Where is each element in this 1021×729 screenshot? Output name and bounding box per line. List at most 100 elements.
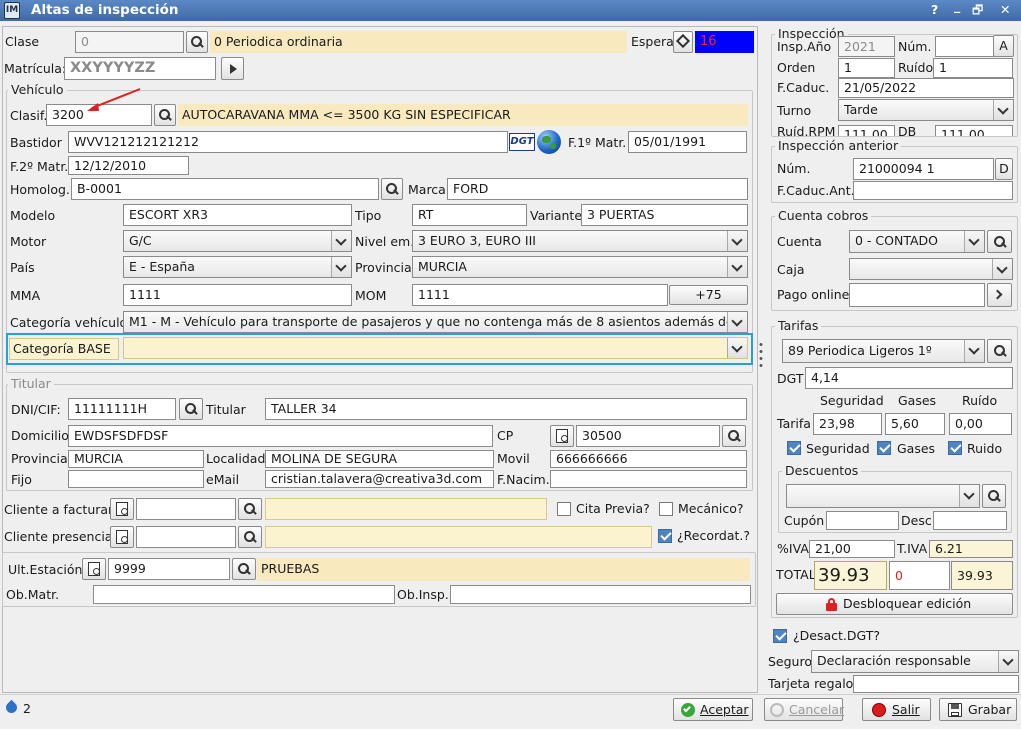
- cp-search-button[interactable]: [722, 425, 746, 447]
- titular-input[interactable]: TALLER 34: [265, 398, 747, 420]
- homolog-search-button[interactable]: [381, 178, 403, 200]
- cupon-input[interactable]: [826, 511, 899, 530]
- ruido-tarifa-input[interactable]: 0,00: [949, 413, 1012, 435]
- chevron-down-icon[interactable]: [331, 231, 351, 251]
- ruido-checkbox[interactable]: [948, 441, 962, 455]
- fnacim-input[interactable]: [550, 470, 747, 488]
- chevron-down-icon[interactable]: [727, 257, 747, 277]
- mom-input[interactable]: 1111: [412, 284, 668, 306]
- clasif-search-button[interactable]: [154, 104, 176, 126]
- tipo-input[interactable]: RT: [412, 204, 527, 226]
- matricula-go-button[interactable]: [221, 57, 244, 80]
- cliente-presencial-search-button[interactable]: [238, 526, 262, 548]
- cliente-facturar-input[interactable]: [136, 498, 236, 520]
- gases-input[interactable]: 5,60: [885, 413, 945, 435]
- plus75-button[interactable]: +75: [669, 285, 748, 305]
- chevron-down-icon[interactable]: [727, 231, 747, 251]
- fcaduc-input[interactable]: 21/05/2022: [838, 78, 1014, 98]
- cp-doc-button[interactable]: [550, 425, 574, 447]
- obinsp-input[interactable]: [450, 585, 751, 604]
- email-input[interactable]: cristian.talavera@creativa3d.com: [265, 470, 494, 488]
- movil-input[interactable]: 666666666: [550, 450, 747, 468]
- catbase-select[interactable]: [123, 337, 748, 359]
- aceptar-button[interactable]: Aceptar: [673, 698, 753, 721]
- motor-select[interactable]: G/C: [123, 230, 352, 252]
- orden-input[interactable]: 1: [838, 58, 895, 78]
- chevron-down-icon[interactable]: [331, 257, 351, 277]
- chevron-down-icon[interactable]: [998, 651, 1018, 672]
- provincia-select[interactable]: MURCIA: [412, 256, 748, 278]
- seguridad-checkbox[interactable]: [787, 441, 801, 455]
- domicilio-input[interactable]: EWDSFSDFDSF: [68, 425, 493, 447]
- chevron-down-icon[interactable]: [727, 338, 747, 358]
- desact-dgt-checkbox[interactable]: [773, 629, 787, 643]
- ruido-input[interactable]: 1: [933, 58, 1013, 78]
- maximize-icon[interactable]: 🗗: [972, 1, 983, 19]
- mma-input[interactable]: 1111: [123, 284, 352, 306]
- anterior-num-input[interactable]: 21000094 1: [853, 158, 994, 180]
- clase-input[interactable]: 0: [75, 31, 184, 53]
- localidad-input[interactable]: MOLINA DE SEGURA: [265, 450, 494, 468]
- pago-online-input[interactable]: [849, 283, 985, 307]
- salir-button[interactable]: Salir: [862, 698, 931, 721]
- categoria-select[interactable]: M1 - M - Vehículo para transporte de pas…: [123, 311, 748, 333]
- descuento-select[interactable]: [786, 484, 980, 508]
- f2matr-input[interactable]: 12/12/2010: [68, 156, 189, 175]
- fijo-input[interactable]: [68, 470, 204, 488]
- anterior-d-button[interactable]: D: [995, 158, 1013, 180]
- chevron-down-icon[interactable]: [964, 231, 984, 252]
- cuenta-search-button[interactable]: [987, 230, 1012, 253]
- obmatr-input[interactable]: [93, 585, 395, 604]
- globe-icon[interactable]: [537, 130, 561, 154]
- desc-input[interactable]: [933, 511, 1007, 530]
- chevron-down-icon[interactable]: [959, 485, 979, 507]
- chevron-down-icon[interactable]: [993, 100, 1013, 120]
- tarifa-select[interactable]: 89 Periodica Ligeros 1º: [782, 339, 985, 363]
- insp-num-input[interactable]: [935, 36, 994, 57]
- recordat-checkbox[interactable]: [658, 529, 672, 543]
- minimize-icon[interactable]: _: [954, 0, 960, 15]
- titular-provincia-input[interactable]: MURCIA: [68, 450, 204, 468]
- title-bar[interactable]: IM Altas de inspección ? _ 🗗 ✕: [0, 0, 1021, 21]
- marca-input[interactable]: FORD: [447, 178, 748, 200]
- tarjeta-regalo-input[interactable]: [853, 675, 1019, 693]
- cancelar-button[interactable]: Cancelar: [764, 698, 844, 721]
- close-icon[interactable]: ✕: [1000, 1, 1010, 19]
- ult-estacion-search-button[interactable]: [232, 558, 256, 580]
- splitter-handle[interactable]: [759, 341, 763, 371]
- cita-previa-checkbox[interactable]: [557, 502, 571, 516]
- seguro-select[interactable]: Declaración responsable: [811, 650, 1019, 673]
- modelo-input[interactable]: ESCORT XR3: [123, 204, 352, 226]
- descuento-search-button[interactable]: [982, 484, 1006, 508]
- desbloquear-button[interactable]: Desbloquear edición: [776, 593, 1013, 615]
- gases-checkbox[interactable]: [877, 441, 891, 455]
- insp-a-button[interactable]: A: [993, 35, 1014, 57]
- dni-input[interactable]: 11111111H: [68, 398, 176, 420]
- pago-online-button[interactable]: [987, 283, 1012, 307]
- chevron-down-icon[interactable]: [964, 340, 984, 362]
- cliente-presencial-doc-button[interactable]: [110, 526, 134, 548]
- matricula-input[interactable]: XXYYYYZZ: [64, 57, 216, 80]
- dgt-logo-button[interactable]: DGT: [509, 133, 535, 151]
- cp-input[interactable]: 30500: [576, 425, 720, 447]
- turno-select[interactable]: Tarde: [838, 99, 1014, 121]
- nivel-select[interactable]: 3 EURO 3, EURO III: [412, 230, 748, 252]
- mecanico-checkbox[interactable]: [659, 502, 673, 516]
- iva-input[interactable]: 21,00: [809, 540, 895, 558]
- cliente-facturar-search-button[interactable]: [238, 498, 262, 520]
- help-icon[interactable]: ?: [931, 1, 938, 19]
- insp-anio-input[interactable]: 2021: [838, 36, 895, 57]
- ult-estacion-input[interactable]: 9999: [108, 558, 230, 580]
- dni-search-button[interactable]: [179, 398, 203, 420]
- chevron-down-icon[interactable]: [992, 259, 1012, 279]
- clase-search-button[interactable]: [186, 31, 208, 53]
- ult-estacion-doc-button[interactable]: [82, 558, 106, 580]
- cliente-presencial-input[interactable]: [136, 526, 236, 548]
- grabar-button[interactable]: Grabar: [939, 698, 1017, 721]
- f1matr-input[interactable]: 05/01/1991: [628, 131, 747, 153]
- db-input[interactable]: 111,00: [935, 125, 1013, 136]
- pais-select[interactable]: E - España: [123, 256, 352, 278]
- espera-button[interactable]: [673, 31, 693, 53]
- ruidrpm-input[interactable]: 111,00: [838, 125, 895, 136]
- chevron-down-icon[interactable]: [727, 312, 747, 332]
